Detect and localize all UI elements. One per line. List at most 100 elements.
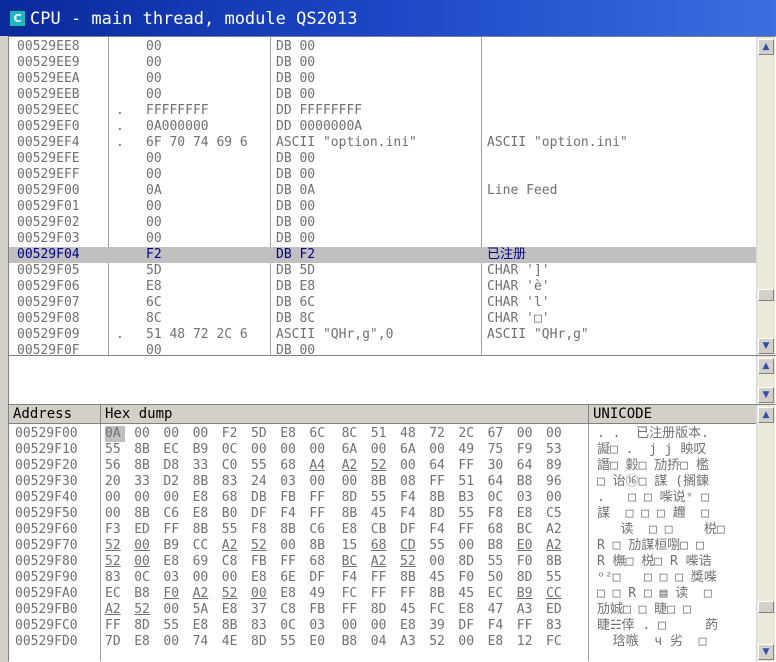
- dump-hex-byte[interactable]: 55: [280, 634, 300, 650]
- dump-hex-byte[interactable]: B9: [193, 442, 213, 458]
- dump-hex-byte[interactable]: C8: [280, 602, 300, 618]
- dump-hex-byte[interactable]: E8: [222, 602, 242, 618]
- dump-hex-byte[interactable]: 83: [546, 618, 566, 634]
- dump-hex-byte[interactable]: 8B: [134, 506, 154, 522]
- dump-hex-byte[interactable]: CC: [546, 586, 566, 602]
- dump-hex-byte[interactable]: 8C: [342, 426, 362, 442]
- dump-hex-byte[interactable]: B8: [488, 538, 508, 554]
- dump-hex-byte[interactable]: B3: [458, 490, 478, 506]
- dump-hex-byte[interactable]: F4: [429, 522, 449, 538]
- dump-hex-byte[interactable]: A3: [517, 602, 537, 618]
- disassembly-pane[interactable]: 00529EE8 00 DB 00 00529EE9 00 DB 00 00529EEA 00…: [8, 36, 776, 356]
- dump-hex-byte[interactable]: EC: [105, 586, 125, 602]
- dump-hex-byte[interactable]: 12: [517, 634, 537, 650]
- dump-hex-byte[interactable]: 5D: [251, 426, 271, 442]
- dump-hex-byte[interactable]: EC: [488, 586, 508, 602]
- disasm-row[interactable]: 00529EFE 00 DB 00: [9, 151, 756, 167]
- dump-hex-byte[interactable]: 00: [342, 618, 362, 634]
- dump-hex-byte[interactable]: 00: [105, 490, 125, 506]
- dump-hex-byte[interactable]: DF: [251, 506, 271, 522]
- dump-hex-byte[interactable]: 33: [134, 474, 154, 490]
- dump-hex-byte[interactable]: 0C: [280, 618, 300, 634]
- dump-hex-byte[interactable]: 52: [371, 458, 391, 474]
- dump-hex-byte[interactable]: E8: [193, 506, 213, 522]
- dump-hex-byte[interactable]: FF: [458, 522, 478, 538]
- dump-hex-byte[interactable]: 8B: [134, 458, 154, 474]
- dump-hex-byte[interactable]: 55: [546, 570, 566, 586]
- dump-hex-byte[interactable]: 69: [193, 554, 213, 570]
- dump-hex-byte[interactable]: 75: [488, 442, 508, 458]
- dump-hex-byte[interactable]: 4E: [222, 634, 242, 650]
- dump-hex-byte[interactable]: 39: [429, 618, 449, 634]
- dump-hex-byte[interactable]: E8: [280, 586, 300, 602]
- dump-hex-byte[interactable]: A2: [546, 522, 566, 538]
- dump-hex-byte[interactable]: 8D: [251, 634, 271, 650]
- dump-hex-byte[interactable]: 8B: [400, 570, 420, 586]
- disasm-row[interactable]: 00529EF4. 6F 70 74 69 6 ASCII "option.ini"…: [9, 135, 756, 151]
- dump-hex-byte[interactable]: 0A: [105, 426, 125, 442]
- dump-row[interactable]: 00529F70 52 00 B9 CC A2 52 00 8B 15 68 CD 55 00 B8 E0 A2…: [9, 538, 756, 554]
- dump-hex-byte[interactable]: 00: [546, 426, 566, 442]
- dump-hex-byte[interactable]: 50: [488, 570, 508, 586]
- dump-hex-byte[interactable]: 52: [222, 586, 242, 602]
- dump-hex-byte[interactable]: CB: [371, 522, 391, 538]
- dump-hex-byte[interactable]: 55: [105, 442, 125, 458]
- dump-hex-byte[interactable]: F4: [400, 506, 420, 522]
- dump-hex-byte[interactable]: 00: [400, 458, 420, 474]
- dump-row[interactable]: 00529F40 00 00 00 E8 68 DB FB FF 8D 55 F4 8B B3 0C 03 00…: [9, 490, 756, 506]
- dump-hex-byte[interactable]: 30: [488, 458, 508, 474]
- dump-hex-byte[interactable]: 00: [342, 474, 362, 490]
- dump-row[interactable]: 00529F00 0A 00 00 00 F2 5D E8 6C 8C 51 48 72 2C 67 00 00…: [9, 426, 756, 442]
- dump-hex-byte[interactable]: 52: [105, 538, 125, 554]
- dump-hex-byte[interactable]: 8D: [517, 570, 537, 586]
- dump-hex-byte[interactable]: F0: [517, 554, 537, 570]
- dump-hex-byte[interactable]: BC: [342, 554, 362, 570]
- dump-hex-byte[interactable]: 08: [400, 474, 420, 490]
- scroll-up-button[interactable]: ▲: [758, 358, 774, 374]
- dump-hex-byte[interactable]: 00: [163, 602, 183, 618]
- dump-hex-byte[interactable]: 68: [309, 554, 329, 570]
- disasm-row[interactable]: 00529EF0. 0A000000 DD 0000000A: [9, 119, 756, 135]
- dump-hex-byte[interactable]: 55: [163, 618, 183, 634]
- dump-hex-byte[interactable]: F8: [251, 522, 271, 538]
- dump-hex-byte[interactable]: 00: [371, 618, 391, 634]
- dump-hex-byte[interactable]: F4: [488, 618, 508, 634]
- dump-hex-byte[interactable]: FF: [429, 474, 449, 490]
- info-scrollbar[interactable]: ▲ ▼: [756, 356, 775, 404]
- dump-hex-byte[interactable]: 00: [371, 442, 391, 458]
- dump-hex-byte[interactable]: FF: [371, 586, 391, 602]
- dump-hex-byte[interactable]: 52: [105, 554, 125, 570]
- dump-hex-byte[interactable]: E8: [517, 506, 537, 522]
- dump-hex-byte[interactable]: 8B: [309, 538, 329, 554]
- dump-row[interactable]: 00529FD0 7D E8 00 74 4E 8D 55 E0 B8 04 A3 52 00 E8 12 FC…: [9, 634, 756, 650]
- dump-hex-byte[interactable]: E8: [251, 570, 271, 586]
- dump-hex-byte[interactable]: 55: [371, 490, 391, 506]
- dump-hex-byte[interactable]: 00: [163, 426, 183, 442]
- dump-hex-byte[interactable]: 8B: [193, 474, 213, 490]
- dump-hex-byte[interactable]: E8: [458, 602, 478, 618]
- dump-hex-byte[interactable]: A3: [400, 634, 420, 650]
- dump-hex-byte[interactable]: 45: [458, 586, 478, 602]
- disasm-row[interactable]: 00529F00 0A DB 0A Line Feed: [9, 183, 756, 199]
- dump-hex-byte[interactable]: A2: [222, 538, 242, 554]
- dump-hex-byte[interactable]: 45: [400, 602, 420, 618]
- dump-hex-byte[interactable]: C0: [222, 458, 242, 474]
- dump-hex-byte[interactable]: 45: [371, 506, 391, 522]
- dump-hex-byte[interactable]: 00: [134, 538, 154, 554]
- dump-hex-byte[interactable]: EC: [163, 442, 183, 458]
- dump-hex-byte[interactable]: FF: [309, 506, 329, 522]
- dump-hex-byte[interactable]: B9: [517, 586, 537, 602]
- dump-hex-byte[interactable]: D8: [163, 458, 183, 474]
- dump-hex-byte[interactable]: FC: [429, 602, 449, 618]
- dump-hex-byte[interactable]: 00: [429, 554, 449, 570]
- dump-hex-byte[interactable]: F2: [222, 426, 242, 442]
- dump-hex-byte[interactable]: E8: [163, 554, 183, 570]
- dump-hex-byte[interactable]: ED: [546, 602, 566, 618]
- disasm-row[interactable]: 00529F02 00 DB 00: [9, 215, 756, 231]
- dump-hex-byte[interactable]: 6E: [280, 570, 300, 586]
- dump-hex-byte[interactable]: 64: [517, 458, 537, 474]
- disasm-row[interactable]: 00529F01 00 DB 00: [9, 199, 756, 215]
- dump-hex-byte[interactable]: 8B: [134, 442, 154, 458]
- disasm-row[interactable]: 00529F04 F2 DB F2 已注册: [9, 247, 756, 263]
- dump-hex-byte[interactable]: 24: [251, 474, 271, 490]
